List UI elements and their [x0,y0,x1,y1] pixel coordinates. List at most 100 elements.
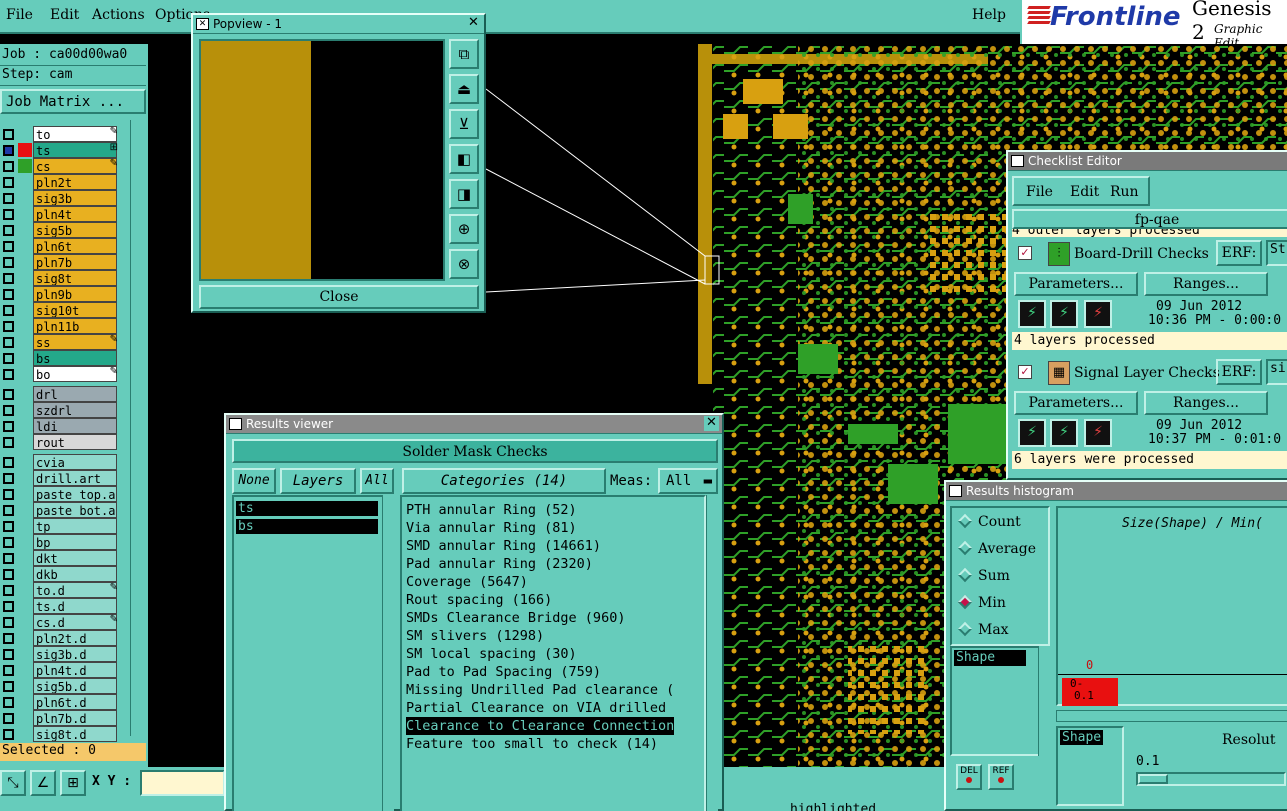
layer-checkbox[interactable] [3,257,14,268]
category-item[interactable]: Feature too small to check (14) [406,735,658,753]
layer-checkbox[interactable] [3,553,14,564]
shape-list-scrollbar[interactable] [1038,646,1050,756]
layer-name[interactable]: pln2t [33,174,117,190]
layer-color-swatch[interactable] [18,143,32,157]
layer-name[interactable]: szdrl [33,402,117,418]
layer-checkbox[interactable] [3,713,14,724]
layer-name[interactable]: sig3b.d [33,646,117,662]
layer-checkbox[interactable] [3,321,14,332]
layer-color-swatch[interactable] [18,403,32,417]
zoom-fit-icon[interactable]: ⧉ [449,39,479,69]
layer-name[interactable]: pln4t.d [33,662,117,678]
layer-color-swatch[interactable] [18,127,32,141]
erf-field[interactable]: St [1266,240,1287,266]
layer-row-ts.d[interactable]: ts.d [0,598,120,614]
layer-checkbox[interactable] [3,569,14,580]
popview-canvas[interactable] [199,39,445,281]
layer-checkbox[interactable] [3,681,14,692]
layer-row-ldi[interactable]: ldi [0,418,120,434]
category-item[interactable]: Clearance to Clearance Connection [406,717,675,735]
window-menu-icon[interactable]: ✕ [1011,155,1024,167]
layer-checkbox[interactable] [3,273,14,284]
layer-checkbox[interactable] [3,369,14,380]
erf-field[interactable]: si [1266,359,1287,385]
layer-color-swatch[interactable] [18,175,32,189]
run-parameters-icon[interactable]: ⚡ [1050,419,1078,447]
category-item[interactable]: PTH annular Ring (52) [406,501,577,519]
layer-name[interactable]: bs [33,350,117,366]
layer-color-swatch[interactable] [18,419,32,433]
menu-help[interactable]: Help [972,7,1006,23]
layer-name[interactable]: cvia [33,454,117,470]
radio-average[interactable]: Average [957,540,1036,557]
layer-row-sig5b.d[interactable]: sig5b.d [0,678,120,694]
action-checkbox[interactable]: ✓ [1018,365,1032,379]
category-item[interactable]: Pad to Pad Spacing (759) [406,663,601,681]
layer-name[interactable]: dkb [33,566,117,582]
layer-name[interactable]: pln7b [33,254,117,270]
radio-sum[interactable]: Sum [957,567,1010,584]
layer-color-swatch[interactable] [18,255,32,269]
layer-name[interactable]: pln6t.d [33,694,117,710]
measure-tool-icon[interactable]: ∠ [30,770,56,796]
category-item[interactable]: Via annular Ring (81) [406,519,577,537]
layer-checkbox[interactable] [3,601,14,612]
layer-row-pln7b.d[interactable]: pln7b.d [0,710,120,726]
checklist-menu-run[interactable]: Run [1110,184,1139,200]
layer-row-bp[interactable]: bp [0,534,120,550]
layer-row-sig3b[interactable]: sig3b [0,190,120,206]
refresh-button[interactable]: REF [988,764,1014,790]
layer-checkbox[interactable] [3,457,14,468]
layer-color-swatch[interactable] [18,303,32,317]
layer-row-pln11b[interactable]: pln11b [0,318,120,334]
layer-row-sig5b[interactable]: sig5b [0,222,120,238]
layer-checkbox[interactable] [3,209,14,220]
layer-row-dkt[interactable]: dkt [0,550,120,566]
radio-count[interactable]: Count [957,513,1021,530]
layer-name[interactable]: ts [33,142,117,158]
layer-checkbox[interactable] [3,193,14,204]
layer-color-swatch[interactable] [18,351,32,365]
layer-name[interactable]: sig5b [33,222,117,238]
layer-color-swatch[interactable] [18,727,32,741]
results-titlebar[interactable]: ✕ Results viewer ✕ [226,415,722,434]
window-menu-icon[interactable]: ✕ [196,18,209,30]
layer-checkbox[interactable] [3,649,14,660]
layer-checkbox[interactable] [3,617,14,628]
layer-color-swatch[interactable] [18,599,32,613]
layer-checkbox[interactable] [3,129,14,140]
meas-select[interactable]: All ▬ [658,468,718,494]
resolution-slider[interactable] [1136,772,1286,786]
layer-row-dkb[interactable]: dkb [0,566,120,582]
list-item[interactable]: Shape [954,650,1026,666]
checklist-menu-edit[interactable]: Edit [1070,184,1099,200]
run-action-icon[interactable]: ⚡ [1018,419,1046,447]
layer-name[interactable]: ss [33,334,117,350]
window-menu-icon[interactable]: ✕ [949,485,962,497]
layer-checkbox[interactable] [3,437,14,448]
layer-checkbox[interactable] [3,161,14,172]
layer-checkbox[interactable] [3,537,14,548]
layer-row-pln4t[interactable]: pln4t [0,206,120,222]
category-item[interactable]: Pad annular Ring (2320) [406,555,593,573]
layer-name[interactable]: to [33,126,117,142]
layer-row-to[interactable]: to ✎ [0,126,120,142]
layer-checkbox[interactable] [3,289,14,300]
category-item[interactable]: SMDs Clearance Bridge (960) [406,609,625,627]
layer-color-swatch[interactable] [18,711,32,725]
layer-name[interactable]: ts.d [33,598,117,614]
layer-color-swatch[interactable] [18,567,32,581]
layer-name[interactable]: ldi [33,418,117,434]
layer-color-swatch[interactable] [18,631,32,645]
layer-name[interactable]: cs.d [33,614,117,630]
erf-button[interactable]: ERF: [1216,359,1262,385]
layer-row-sig8t[interactable]: sig8t [0,270,120,286]
parameters-button[interactable]: Parameters... [1014,272,1138,296]
layer-row-pln6t.d[interactable]: pln6t.d [0,694,120,710]
xy-coordinate-field[interactable] [140,770,225,796]
category-item[interactable]: Missing Undrilled Pad clearance ( [406,681,674,699]
menu-edit[interactable]: Edit [50,7,79,23]
zoom-tool-icon[interactable]: ⤡ [0,770,26,796]
layer-color-swatch[interactable] [18,663,32,677]
layer-row-ss[interactable]: ss ✎ [0,334,120,350]
